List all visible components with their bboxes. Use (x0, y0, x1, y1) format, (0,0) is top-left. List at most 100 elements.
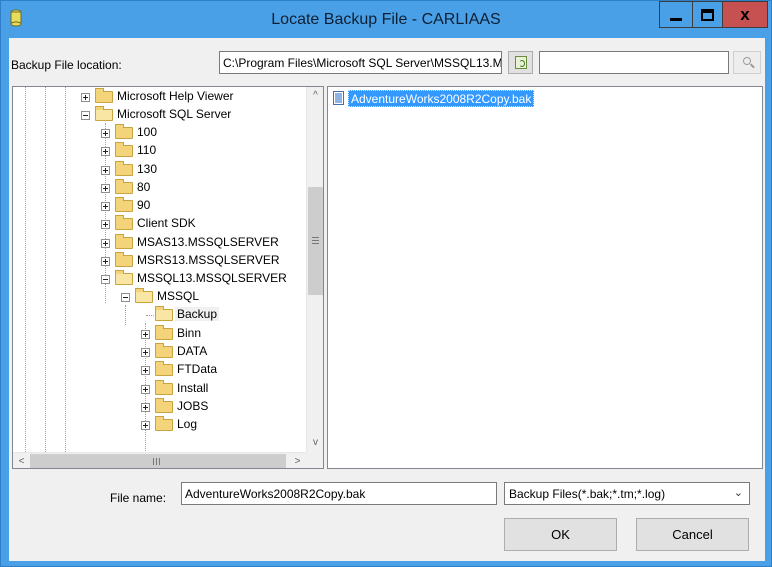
folder-icon (135, 288, 153, 303)
chevron-down-icon: ⌄ (733, 487, 743, 499)
expand-icon[interactable] (81, 93, 90, 102)
collapse-icon[interactable] (121, 293, 130, 302)
expand-icon[interactable] (101, 147, 110, 156)
tree-item[interactable]: FTData (13, 361, 306, 379)
tree-item-label: Backup (175, 307, 220, 321)
tree-item[interactable]: DATA (13, 343, 306, 361)
close-icon: x (740, 5, 750, 24)
tree-item-label: 110 (137, 143, 157, 157)
tree-item[interactable]: Log (13, 416, 306, 434)
folder-icon (155, 343, 173, 358)
tree-item-label: Binn (177, 326, 202, 340)
cancel-button[interactable]: Cancel (636, 518, 749, 551)
refresh-button[interactable] (508, 51, 533, 74)
minimize-icon (670, 18, 682, 21)
tree-item-selected[interactable]: Backup (13, 306, 306, 324)
tree-item[interactable]: Client SDK (13, 215, 306, 233)
expand-icon[interactable] (101, 239, 110, 248)
tree-horizontal-scrollbar[interactable]: < > (13, 452, 306, 468)
tree-item-label: MSSQL13.MSSQLSERVER (137, 271, 287, 285)
expand-icon[interactable] (101, 184, 110, 193)
tree-item-label: Microsoft Help Viewer (117, 89, 234, 103)
folder-icon (155, 306, 173, 321)
folder-icon (115, 142, 133, 157)
expand-icon[interactable] (101, 257, 110, 266)
expand-icon[interactable] (141, 366, 150, 375)
scrollbar-corner (306, 452, 323, 468)
search-input[interactable] (539, 51, 729, 74)
tree-vertical-scrollbar[interactable]: ^ v (306, 87, 323, 452)
tree-item[interactable]: Microsoft SQL Server (13, 106, 306, 124)
folder-tree[interactable]: Microsoft Help Viewer Microsoft SQL Serv… (12, 86, 324, 469)
tree-item-label: 80 (137, 180, 151, 194)
grip-icon (153, 458, 160, 465)
horizontal-scroll-thumb[interactable] (30, 454, 286, 468)
expand-icon[interactable] (101, 220, 110, 229)
ok-button[interactable]: OK (504, 518, 617, 551)
expand-icon[interactable] (101, 166, 110, 175)
file-name-input[interactable]: AdventureWorks2008R2Copy.bak (181, 482, 497, 505)
file-name-label: File name: (110, 491, 167, 505)
tree-item[interactable]: Install (13, 380, 306, 398)
tree-item-label: MSRS13.MSSQLSERVER (137, 253, 280, 267)
close-button[interactable]: x (722, 1, 768, 28)
folder-icon (115, 234, 133, 249)
title-bar[interactable]: Locate Backup File - CARLIAAS x (1, 1, 771, 38)
tree-item-label: 90 (137, 198, 151, 212)
tree-item[interactable]: MSSQL13.MSSQLSERVER (13, 270, 306, 288)
folder-icon (95, 106, 113, 121)
folder-icon (115, 270, 133, 285)
expand-icon[interactable] (101, 202, 110, 211)
search-button[interactable] (733, 51, 761, 74)
dialog-body: Backup File location: C:\Program Files\M… (9, 38, 765, 561)
dialog-window: Locate Backup File - CARLIAAS x Backup F… (0, 0, 772, 567)
folder-icon (95, 88, 113, 103)
tree-item[interactable]: 80 (13, 179, 306, 197)
collapse-icon[interactable] (101, 275, 110, 284)
tree-item-label: FTData (177, 362, 218, 376)
tree-item[interactable]: MSAS13.MSSQLSERVER (13, 234, 306, 252)
maximize-icon (701, 9, 714, 21)
tree-item[interactable]: MSRS13.MSSQLSERVER (13, 252, 306, 270)
expand-icon[interactable] (141, 403, 150, 412)
expand-icon[interactable] (141, 421, 150, 430)
tree-item[interactable]: 110 (13, 142, 306, 160)
tree-item[interactable]: 100 (13, 124, 306, 142)
scroll-right-button[interactable]: > (289, 453, 306, 468)
scroll-down-button[interactable]: v (307, 434, 323, 451)
tree-item[interactable]: Binn (13, 325, 306, 343)
tree-item[interactable]: JOBS (13, 398, 306, 416)
tree-item-label: 130 (137, 162, 158, 176)
minimize-button[interactable] (659, 1, 692, 28)
file-list[interactable]: AdventureWorks2008R2Copy.bak (327, 86, 763, 469)
folder-icon (155, 398, 173, 413)
expand-icon[interactable] (141, 330, 150, 339)
tree-item[interactable]: 90 (13, 197, 306, 215)
tree-item-label: MSSQL (157, 289, 200, 303)
scroll-left-button[interactable]: < (13, 453, 30, 468)
grip-icon (312, 237, 319, 244)
expand-icon[interactable] (101, 129, 110, 138)
tree-item[interactable]: MSSQL (13, 288, 306, 306)
folder-icon (115, 124, 133, 139)
tree-item-label: MSAS13.MSSQLSERVER (137, 235, 279, 249)
scroll-up-button[interactable]: ^ (307, 87, 323, 104)
file-type-selected: Backup Files(*.bak;*.tm;*.log) (509, 487, 666, 501)
expand-icon[interactable] (141, 385, 150, 394)
file-list-item-name: AdventureWorks2008R2Copy.bak (348, 90, 535, 107)
tree-item-label: Client SDK (137, 216, 196, 230)
tree-item[interactable]: 130 (13, 161, 306, 179)
folder-icon (115, 179, 133, 194)
backup-location-field[interactable]: C:\Program Files\Microsoft SQL Server\MS… (219, 51, 502, 74)
tree-item[interactable]: Microsoft Help Viewer (13, 88, 306, 106)
folder-icon (155, 325, 173, 340)
tree-item-label: Log (177, 417, 198, 431)
file-type-select[interactable]: Backup Files(*.bak;*.tm;*.log) ⌄ (504, 482, 750, 505)
refresh-icon (515, 56, 527, 69)
expand-icon[interactable] (141, 348, 150, 357)
folder-icon (155, 416, 173, 431)
maximize-button[interactable] (692, 1, 722, 28)
collapse-icon[interactable] (81, 111, 90, 120)
vertical-scroll-thumb[interactable] (308, 187, 323, 295)
tree-item-label: Install (177, 381, 209, 395)
